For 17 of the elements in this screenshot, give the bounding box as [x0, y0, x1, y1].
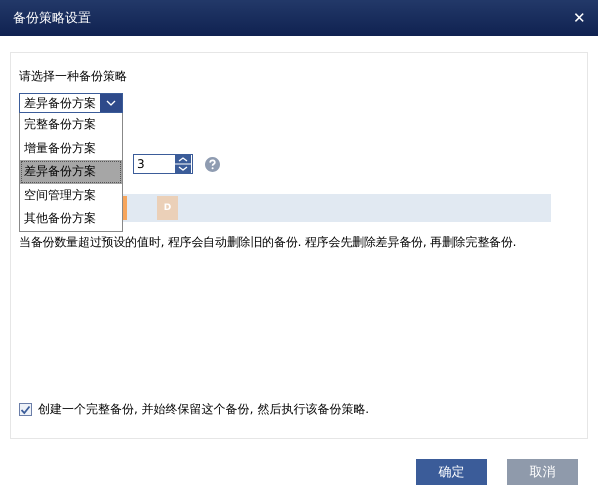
help-icon[interactable]: [205, 156, 220, 172]
count-spinner[interactable]: 3: [133, 154, 193, 174]
checkbox-label: 创建一个完整备份, 并始终保留这个备份, 然后执行该备份策略.: [38, 401, 370, 418]
dropdown-option[interactable]: 完整备份方案: [20, 113, 122, 136]
dropdown-option[interactable]: 空间管理方案: [20, 184, 122, 207]
close-button[interactable]: ✕: [569, 9, 590, 27]
dropdown-option[interactable]: 差异备份方案: [20, 160, 122, 184]
ok-button[interactable]: 确定: [416, 459, 487, 485]
scheme-dropdown[interactable]: 差异备份方案: [19, 93, 123, 113]
dropdown-option[interactable]: 其他备份方案: [20, 207, 122, 230]
description-text: 当备份数量超过预设的值时, 程序会自动删除旧的备份. 程序会先删除差异备份, 再删除完整备份.: [19, 234, 518, 251]
spin-arrows-icon: [175, 155, 191, 173]
checkbox[interactable]: [19, 403, 32, 416]
backup-block: D: [157, 196, 178, 220]
dropdown-option[interactable]: 增量备份方案: [20, 136, 122, 160]
prompt-label: 请选择一种备份策略: [19, 68, 128, 85]
window-title: 备份策略设置: [13, 10, 91, 27]
